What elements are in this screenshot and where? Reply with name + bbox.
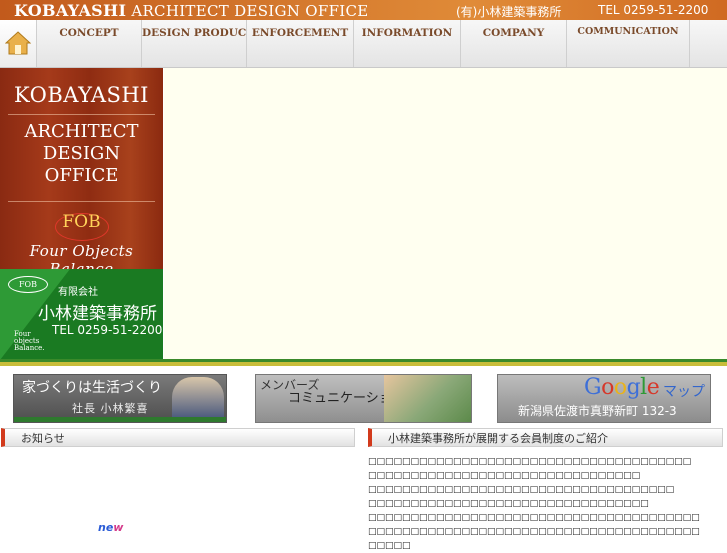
president-banner-title: 家づくりは生活づくり xyxy=(22,380,162,396)
logo-office: OFFICE xyxy=(44,165,119,186)
news-section-header: お知らせ xyxy=(1,428,355,447)
map-label: マップ xyxy=(663,384,705,400)
news-title: お知らせ xyxy=(21,432,65,445)
intro-line: □□□□□□□□□□□□□□□□□□□□□□□□□□□□□□□□□ xyxy=(368,499,649,509)
intro-line: □□□□□□□□□□□□□□□□□□□□□□□□□□□□□□□□□□□□□□ xyxy=(368,457,692,467)
logo-panel: KOBAYASHI ARCHITECT DESIGN OFFICE FOB Fo… xyxy=(0,68,163,359)
header-tel: TEL 0259-51-2200 xyxy=(598,3,709,17)
president-banner-name: 社長 小林繁喜 xyxy=(72,402,149,415)
members-intro-text: □□□□□□□□□□□□□□□□□□□□□□□□□□□□□□□□□□□□□□ □… xyxy=(368,455,718,553)
nav-communication[interactable]: COMMUNICATION xyxy=(567,20,690,67)
logo-name: KOBAYASHI xyxy=(14,83,149,107)
nav-enforcement[interactable]: ENFORCEMENT xyxy=(247,20,354,67)
logo-divider xyxy=(8,201,155,202)
intro-line: □□□□□ xyxy=(368,541,411,551)
president-banner[interactable]: 家づくりは生活づくり 社長 小林繁喜 xyxy=(13,374,227,423)
president-photo xyxy=(172,377,224,422)
four-objects-text: Four objects Balance. xyxy=(14,331,45,352)
logo-design: DESIGN xyxy=(42,143,121,164)
members-title: 小林建築事務所が展開する会員制度のご紹介 xyxy=(388,432,608,445)
company-tel: TEL 0259-51-2200 xyxy=(52,323,163,337)
nav-concept[interactable]: CONCEPT xyxy=(37,20,142,67)
company-green-block[interactable]: FOB 有限会社 小林建築事務所 TEL 0259-51-2200 Four o… xyxy=(0,269,163,359)
intro-line: □□□□□□□□□□□□□□□□□□□□□□□□□□□□□□□□□□□□ xyxy=(368,485,675,495)
map-address: 新潟県佐渡市真野新町 132-3 xyxy=(518,404,677,418)
members-banner[interactable]: メンバーズ コミュニケーション xyxy=(255,374,472,423)
company-type: 有限会社 xyxy=(58,287,98,298)
brand-rest: ARCHITECT DESIGN OFFICE xyxy=(131,2,369,20)
company-name-jp: (有)小林建築事務所 xyxy=(456,5,562,19)
intro-line: □□□□□□□□□□□□□□□□□□□□□□□□□□□□□□□□ xyxy=(368,471,641,481)
intro-line: □□□□□□□□□□□□□□□□□□□□□□□□□□□□□□□□□□□□□□□ xyxy=(368,527,700,537)
company-name: 小林建築事務所 xyxy=(38,304,157,324)
divider-yellow xyxy=(0,362,727,366)
members-photo xyxy=(384,375,471,422)
logo-architect: ARCHITECT xyxy=(24,121,139,142)
balance-word: Balance. xyxy=(14,344,45,352)
top-header: KOBAYASHI ARCHITECT DESIGN OFFICE (有)小林建… xyxy=(0,0,727,20)
brand-title[interactable]: KOBAYASHI ARCHITECT DESIGN OFFICE xyxy=(14,1,369,20)
home-icon xyxy=(5,31,31,55)
google-logo: Google xyxy=(584,375,660,400)
banner-strip xyxy=(14,417,226,422)
nav-information[interactable]: INFORMATION xyxy=(354,20,461,67)
members-section-header: 小林建築事務所が展開する会員制度のご紹介 xyxy=(368,428,723,447)
main-flash-area xyxy=(164,68,727,359)
nav-company[interactable]: COMPANY xyxy=(461,20,567,67)
new-badge: new xyxy=(98,521,123,534)
new-badge-part: ne xyxy=(98,521,114,534)
fob-label: FOB xyxy=(62,212,101,232)
intro-line: □□□□□□□□□□□□□□□□□□□□□□□□□□□□□□□□□□□□□□□ xyxy=(368,513,700,523)
new-badge-part: w xyxy=(113,521,124,534)
main-nav: CONCEPT DESIGN PRODUCT ENFORCEMENT INFOR… xyxy=(0,20,727,68)
fob-badge: FOB xyxy=(8,276,48,293)
nav-design-product[interactable]: DESIGN PRODUCT xyxy=(142,20,247,67)
logo-divider xyxy=(8,114,155,115)
map-banner[interactable]: Google マップ 新潟県佐渡市真野新町 132-3 xyxy=(497,374,711,423)
home-button[interactable] xyxy=(0,20,37,67)
brand-main: KOBAYASHI xyxy=(14,1,127,20)
